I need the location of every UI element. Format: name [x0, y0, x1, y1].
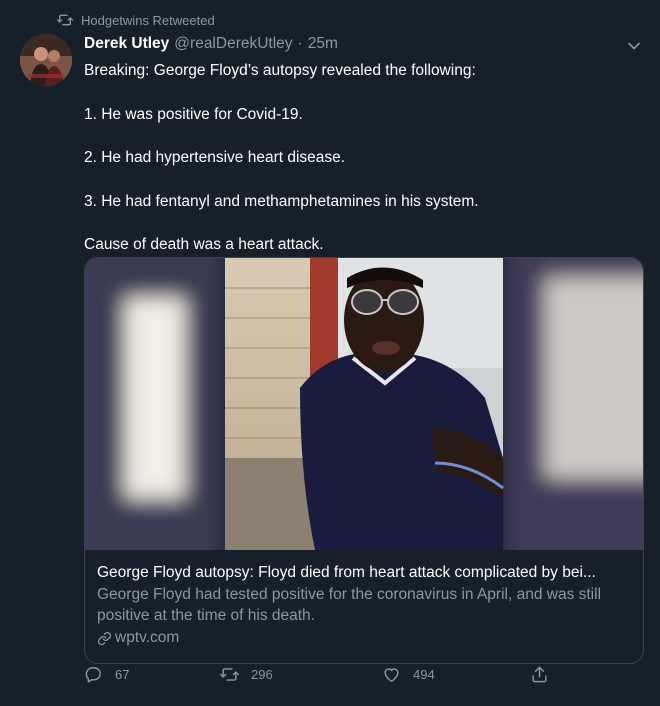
author-display-name[interactable]: Derek Utley: [84, 35, 169, 53]
retweet-banner[interactable]: Hodgetwins Retweeted: [57, 12, 215, 28]
share-icon: [532, 666, 547, 682]
tweet-paragraph: Cause of death was a heart attack.: [84, 236, 324, 253]
retweet-count: 296: [251, 666, 273, 682]
card-title: George Floyd autopsy: Floyd died from he…: [97, 564, 596, 581]
link-icon: [97, 631, 112, 645]
like-button[interactable]: 494: [382, 665, 435, 684]
reply-button[interactable]: 67: [84, 665, 129, 684]
retweet-banner-text: Hodgetwins Retweeted: [81, 12, 215, 28]
tweet-paragraph: 2. He had hypertensive heart disease.: [84, 149, 346, 166]
chevron-down-icon[interactable]: [624, 36, 644, 56]
card-description: George Floyd had tested positive for the…: [97, 586, 602, 624]
author-handle[interactable]: @realDerekUtley: [174, 35, 292, 53]
tweet-header: Derek Utley @realDerekUtley · 25m: [84, 35, 338, 53]
tweet-text: Breaking: George Floyd’s autopsy reveale…: [84, 60, 644, 278]
card-image: [85, 258, 643, 550]
retweet-icon: [57, 14, 73, 26]
tweet-paragraph: Breaking: George Floyd’s autopsy reveale…: [84, 62, 476, 79]
tweet-timestamp[interactable]: 25m: [308, 35, 338, 53]
separator-dot: ·: [297, 35, 303, 52]
share-button[interactable]: [530, 665, 549, 684]
tweet-paragraph: 1. He was positive for Covid-19.: [84, 105, 303, 123]
retweet-button[interactable]: 296: [220, 665, 273, 684]
link-preview-card[interactable]: George Floyd autopsy: Floyd died from he…: [84, 257, 644, 664]
heart-icon: [384, 667, 399, 682]
card-meta: George Floyd autopsy: Floyd died from he…: [97, 563, 631, 647]
reply-icon: [85, 666, 101, 682]
avatar[interactable]: [20, 34, 72, 86]
reply-count: 67: [115, 666, 130, 682]
tweet-paragraph: 3. He had fentanyl and methamphetamines …: [84, 192, 479, 210]
card-domain: wptv.com: [97, 629, 631, 647]
like-count: 494: [413, 666, 435, 682]
card-domain-text: wptv.com: [115, 629, 180, 646]
retweet-icon: [220, 667, 239, 681]
